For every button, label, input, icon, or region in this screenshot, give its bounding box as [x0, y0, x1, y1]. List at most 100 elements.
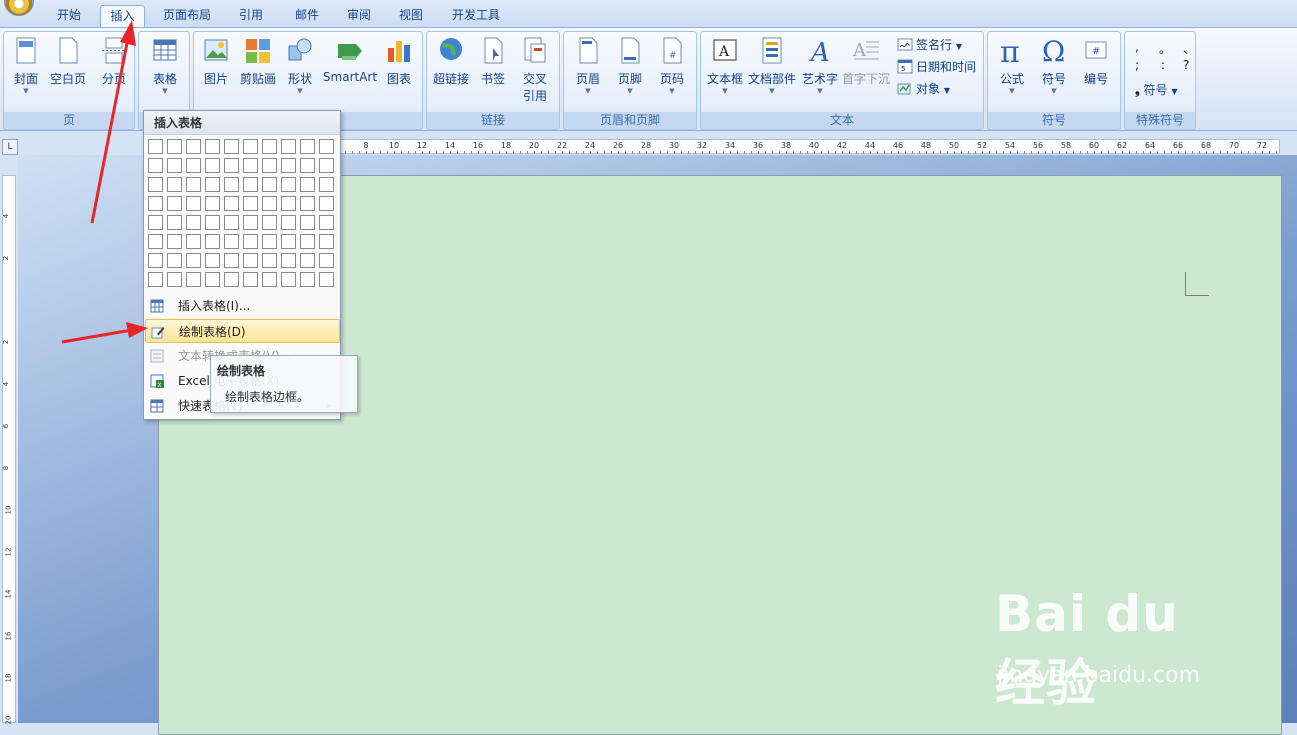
picture-button[interactable]: 图片 [200, 36, 232, 87]
table-grid-cell[interactable] [167, 177, 182, 192]
table-grid-cell[interactable] [262, 253, 277, 268]
table-grid-cell[interactable] [205, 139, 220, 154]
table-grid-cell[interactable] [281, 215, 296, 230]
bookmark-button[interactable]: 书签 [475, 36, 511, 87]
wordart-button[interactable]: A 艺术字 ▼ [801, 36, 839, 96]
punctuation-grid[interactable]: , 。 、 ; : ? [1133, 40, 1195, 80]
table-grid-cell[interactable] [186, 177, 201, 192]
date-time-button[interactable]: 5 日期和时间 [897, 57, 976, 77]
footer-button[interactable]: 页脚 ▼ [612, 36, 648, 96]
table-grid-cell[interactable] [148, 139, 163, 154]
text-box-button[interactable]: A 文本框 ▼ [705, 36, 745, 96]
ruler-tab-selector[interactable]: L [2, 139, 18, 155]
table-grid-cell[interactable] [205, 234, 220, 249]
table-grid-cell[interactable] [281, 234, 296, 249]
cover-page-button[interactable]: 封面 ▼ [8, 36, 44, 96]
table-grid-cell[interactable] [205, 177, 220, 192]
draw-table-item[interactable]: 绘制表格(D) [145, 319, 340, 343]
clip-art-button[interactable]: 剪贴画 [236, 36, 280, 87]
vertical-ruler[interactable]: 4 2 2 4 6 8 10 12 14 16 18 20 [2, 175, 16, 724]
table-grid-cell[interactable] [300, 177, 315, 192]
numbering-button[interactable]: # 编号 [1078, 36, 1114, 87]
table-grid-cell[interactable] [224, 139, 239, 154]
table-grid-cell[interactable] [205, 253, 220, 268]
hyperlink-button[interactable]: 超链接 [431, 36, 471, 87]
equation-button[interactable]: π 公式 ▼ [992, 36, 1032, 96]
table-grid-cell[interactable] [243, 253, 258, 268]
table-grid-cell[interactable] [167, 215, 182, 230]
header-button[interactable]: 页眉 ▼ [570, 36, 606, 96]
table-grid-cell[interactable] [262, 272, 277, 287]
table-grid-cell[interactable] [224, 234, 239, 249]
tab-mailings[interactable]: 邮件 [284, 5, 330, 27]
table-grid-cell[interactable] [262, 158, 277, 173]
table-grid-cell[interactable] [205, 196, 220, 211]
table-grid-cell[interactable] [186, 215, 201, 230]
table-grid-cell[interactable] [167, 196, 182, 211]
table-grid-cell[interactable] [281, 177, 296, 192]
table-grid-cell[interactable] [319, 139, 334, 154]
quick-parts-button[interactable]: 文档部件 ▼ [747, 36, 797, 96]
table-grid-cell[interactable] [281, 158, 296, 173]
chart-button[interactable]: 图表 [382, 36, 416, 87]
table-grid-cell[interactable] [148, 215, 163, 230]
table-grid-cell[interactable] [319, 196, 334, 211]
table-grid-cell[interactable] [262, 177, 277, 192]
tab-view[interactable]: 视图 [388, 5, 434, 27]
table-grid-cell[interactable] [148, 272, 163, 287]
table-grid-cell[interactable] [319, 234, 334, 249]
table-grid-cell[interactable] [224, 177, 239, 192]
table-grid-cell[interactable] [281, 196, 296, 211]
table-grid-cell[interactable] [205, 158, 220, 173]
table-grid-cell[interactable] [167, 158, 182, 173]
table-grid-cell[interactable] [243, 177, 258, 192]
table-grid-cell[interactable] [243, 215, 258, 230]
table-grid-cell[interactable] [167, 139, 182, 154]
table-grid-cell[interactable] [243, 158, 258, 173]
table-grid-cell[interactable] [243, 139, 258, 154]
table-grid-cell[interactable] [281, 139, 296, 154]
table-grid-cell[interactable] [243, 234, 258, 249]
tab-review[interactable]: 审阅 [336, 5, 382, 27]
table-grid-cell[interactable] [243, 196, 258, 211]
table-grid-cell[interactable] [186, 234, 201, 249]
table-grid-cell[interactable] [186, 196, 201, 211]
table-grid-cell[interactable] [300, 158, 315, 173]
table-grid-cell[interactable] [148, 234, 163, 249]
table-grid-cell[interactable] [262, 215, 277, 230]
table-grid-cell[interactable] [281, 253, 296, 268]
table-grid-cell[interactable] [148, 177, 163, 192]
table-grid-cell[interactable] [300, 253, 315, 268]
table-grid-cell[interactable] [319, 272, 334, 287]
table-grid-cell[interactable] [300, 234, 315, 249]
table-grid-cell[interactable] [319, 177, 334, 192]
table-grid-cell[interactable] [186, 272, 201, 287]
table-grid-cell[interactable] [300, 139, 315, 154]
tab-developer[interactable]: 开发工具 [444, 5, 508, 27]
table-grid-cell[interactable] [319, 253, 334, 268]
table-grid-cell[interactable] [167, 272, 182, 287]
table-grid-cell[interactable] [148, 253, 163, 268]
table-grid-cell[interactable] [148, 158, 163, 173]
table-grid-cell[interactable] [186, 158, 201, 173]
page-number-button[interactable]: # 页码 ▼ [654, 36, 690, 96]
tab-references[interactable]: 引用 [228, 5, 274, 27]
table-grid-cell[interactable] [319, 215, 334, 230]
table-grid-cell[interactable] [224, 253, 239, 268]
table-grid-cell[interactable] [224, 158, 239, 173]
table-grid-cell[interactable] [167, 234, 182, 249]
tab-page-layout[interactable]: 页面布局 [156, 5, 218, 27]
office-button-icon[interactable] [4, 0, 34, 16]
table-grid-cell[interactable] [300, 196, 315, 211]
table-grid-cell[interactable] [262, 196, 277, 211]
table-grid-cell[interactable] [205, 272, 220, 287]
table-grid-cell[interactable] [262, 234, 277, 249]
insert-table-item[interactable]: 插入表格(I)... [145, 294, 340, 318]
special-symbol-button[interactable]: ❟ 符号 ▼ [1135, 80, 1178, 100]
table-grid-cell[interactable] [262, 139, 277, 154]
table-grid-cell[interactable] [148, 196, 163, 211]
signature-line-button[interactable]: 签名行 ▼ [897, 35, 962, 55]
table-grid-cell[interactable] [319, 158, 334, 173]
smartart-button[interactable]: SmartArt [322, 36, 378, 84]
symbol-button[interactable]: Ω 符号 ▼ [1036, 36, 1072, 96]
